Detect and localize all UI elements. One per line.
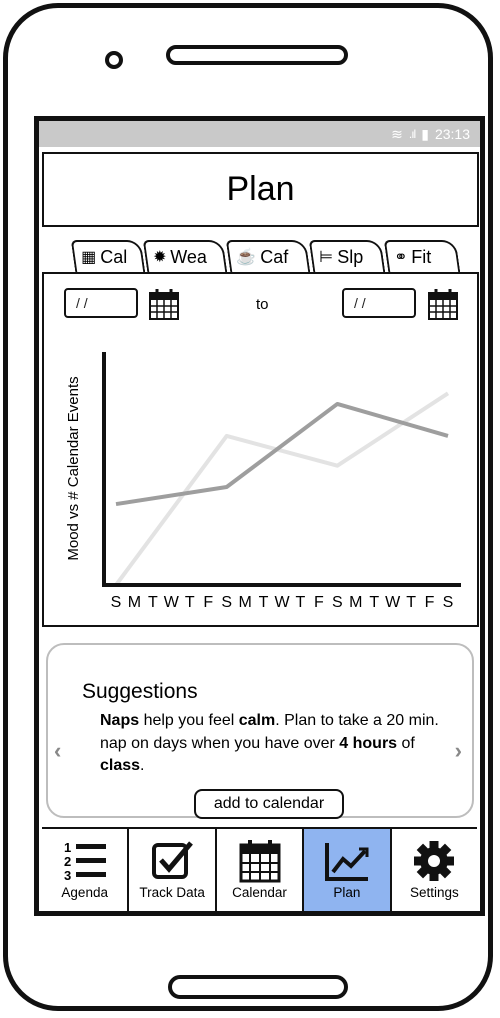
- x-tick-label: F: [314, 594, 324, 611]
- suggestion-text: Naps help you feel calm. Plan to take a …: [100, 710, 440, 778]
- x-tick-label: W: [385, 594, 401, 611]
- tab-wea[interactable]: ✹ Wea: [142, 240, 228, 272]
- x-tick-label: M: [238, 594, 251, 611]
- bottom-nav: 1 2 3 Agenda Track Data Calendar Plan Se…: [42, 827, 477, 911]
- x-tick-label: M: [349, 594, 362, 611]
- tab-label: Fit: [411, 246, 432, 267]
- tab-label: Wea: [170, 246, 208, 267]
- wifi-icon: ≋: [391, 125, 403, 142]
- tab-bar: ▦ Cal ✹ Wea ☕ Caf ⊨ Slp ⚭ Fit: [63, 234, 480, 274]
- tab-caf[interactable]: ☕ Caf: [225, 240, 311, 272]
- suggestions-title: Suggestions: [82, 680, 198, 703]
- text-bold: Naps: [100, 712, 140, 729]
- text: of: [397, 734, 415, 752]
- calendar-icon[interactable]: [428, 288, 458, 320]
- nav-label: Plan: [333, 885, 361, 900]
- x-tick-label: T: [259, 594, 269, 611]
- signal-icon: .ıl: [408, 127, 416, 141]
- sun-icon: ✹: [153, 249, 167, 266]
- x-tick-label: S: [111, 594, 122, 611]
- text: .: [140, 757, 145, 774]
- tab-label: Cal: [100, 246, 128, 267]
- x-tick-label: T: [369, 594, 379, 611]
- add-to-calendar-button[interactable]: add to calendar: [194, 789, 344, 819]
- text-bold: calm: [238, 712, 276, 729]
- text-bold: class: [100, 757, 141, 774]
- tab-label: Slp: [337, 246, 364, 267]
- x-tick-label: F: [425, 594, 435, 611]
- tab-cal[interactable]: ▦ Cal: [70, 240, 146, 272]
- y-axis-label: Mood vs # Calendar Events: [65, 376, 82, 560]
- from-date-input[interactable]: / /: [64, 288, 138, 318]
- to-label: to: [256, 296, 269, 313]
- svg-text:3: 3: [64, 868, 71, 883]
- prev-suggestion-button[interactable]: ‹: [54, 738, 61, 764]
- next-suggestion-button[interactable]: ›: [455, 738, 462, 764]
- x-tick-label: W: [274, 594, 290, 611]
- to-date-input[interactable]: / /: [342, 288, 416, 318]
- suggestions-area: ‹ › Suggestions Naps help you feel calm.…: [42, 629, 479, 827]
- x-tick-label: S: [332, 594, 343, 611]
- calendar-icon[interactable]: [149, 288, 179, 320]
- nav-label: Settings: [409, 885, 459, 900]
- nav-agenda[interactable]: 1 2 3 Agenda: [42, 829, 130, 911]
- x-tick-label: F: [203, 594, 213, 611]
- tab-fit[interactable]: ⚭ Fit: [383, 240, 461, 272]
- nav-plan[interactable]: Plan: [304, 829, 392, 911]
- screen: ≋ .ıl ▮ 23:13 Plan ▦ Cal ✹ Wea ☕ Caf ⊨ S…: [34, 116, 485, 916]
- x-tick-label: S: [221, 594, 232, 611]
- nav-label: Track Data: [139, 885, 205, 900]
- x-tick-label: M: [128, 594, 141, 611]
- tab-slp[interactable]: ⊨ Slp: [308, 240, 386, 272]
- x-tick-label: T: [296, 594, 306, 611]
- phone-frame: ≋ .ıl ▮ 23:13 Plan ▦ Cal ✹ Wea ☕ Caf ⊨ S…: [3, 3, 493, 1011]
- home-button[interactable]: [168, 975, 348, 999]
- list-icon: 1 2 3: [64, 840, 106, 883]
- speaker: [166, 45, 348, 65]
- text-bold: 4 hours: [339, 734, 398, 752]
- svg-text:1: 1: [64, 840, 71, 855]
- page-title: Plan: [42, 152, 479, 227]
- series-line: [115, 401, 449, 507]
- calendar-icon: [239, 840, 281, 883]
- chart-icon: [324, 843, 369, 881]
- status-time: 23:13: [434, 126, 470, 142]
- suggestion-card: ‹ › Suggestions Naps help you feel calm.…: [46, 643, 474, 819]
- x-tick-label: T: [185, 594, 195, 611]
- x-tick-label: S: [443, 594, 454, 611]
- checkbox-icon: [152, 841, 194, 879]
- axes: [102, 352, 461, 587]
- mood-chart: Mood vs # Calendar EventsS M T W T F S M T W T F S M T…: [65, 352, 461, 611]
- status-bar: ≋ .ıl ▮ 23:13: [39, 121, 480, 147]
- svg-text:2: 2: [64, 854, 71, 869]
- battery-icon: ▮: [421, 125, 429, 142]
- nav-label: Agenda: [61, 885, 108, 900]
- x-tick-label: T: [148, 594, 158, 611]
- coffee-icon: ☕: [236, 249, 257, 266]
- chart-panel: / / to / / Mood vs # Calendar Events S M T W…: [42, 272, 479, 627]
- gear-icon: [414, 841, 455, 881]
- text: help you feel: [139, 712, 239, 729]
- calendar-icon: ▦: [81, 249, 97, 266]
- bed-icon: ⊨: [319, 249, 334, 266]
- camera: [105, 51, 123, 69]
- nav-settings[interactable]: Settings: [392, 829, 477, 911]
- x-tick-label: T: [406, 594, 416, 611]
- nav-label: Calendar: [232, 885, 287, 900]
- nav-calendar[interactable]: Calendar: [217, 829, 305, 911]
- nav-track-data[interactable]: Track Data: [129, 829, 217, 911]
- tab-label: Caf: [260, 246, 289, 267]
- x-tick-label: W: [164, 594, 180, 611]
- bicycle-icon: ⚭: [394, 249, 408, 266]
